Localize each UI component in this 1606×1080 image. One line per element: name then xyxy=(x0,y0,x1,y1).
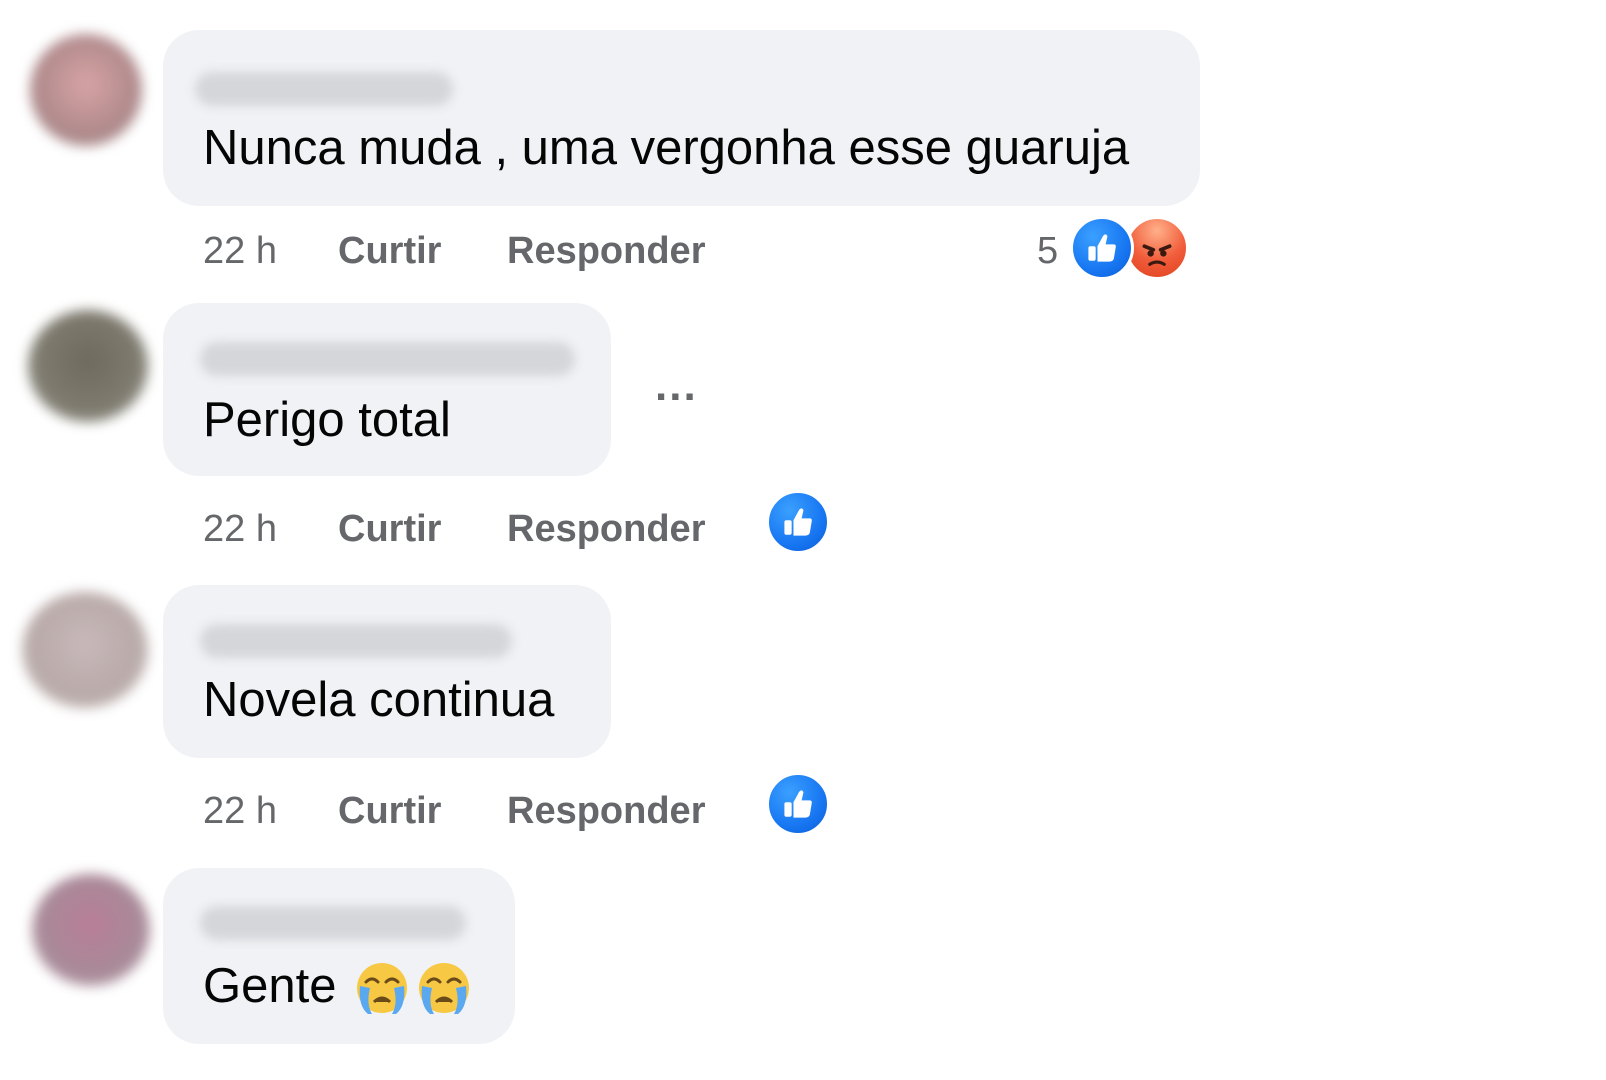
comment-bubble xyxy=(163,303,611,476)
reaction-count[interactable]: 5 xyxy=(1037,230,1058,273)
reply-button[interactable]: Responder xyxy=(507,230,705,273)
like-button[interactable]: Curtir xyxy=(338,508,441,551)
avatar[interactable] xyxy=(32,874,150,986)
comment-bubble xyxy=(163,30,1200,206)
comment-text: Nunca muda , uma vergonha esse guaruja xyxy=(203,121,1130,175)
avatar[interactable] xyxy=(22,592,148,708)
comment-timestamp[interactable]: 22 h xyxy=(203,508,277,551)
reply-button[interactable]: Responder xyxy=(507,508,705,551)
author-name-redacted[interactable] xyxy=(200,624,512,658)
comment-timestamp[interactable]: 22 h xyxy=(203,230,277,273)
like-icon[interactable] xyxy=(1070,216,1134,280)
author-name-redacted[interactable] xyxy=(195,72,453,106)
comment-text: Novela continua xyxy=(203,673,555,727)
like-icon[interactable] xyxy=(766,772,830,836)
like-button[interactable]: Curtir xyxy=(338,230,441,273)
like-button[interactable]: Curtir xyxy=(338,790,441,833)
avatar[interactable] xyxy=(28,310,148,422)
avatar[interactable] xyxy=(30,34,142,146)
comment-text: Gente xyxy=(203,959,337,1013)
comment-timestamp[interactable]: 22 h xyxy=(203,790,277,833)
like-icon[interactable] xyxy=(766,490,830,554)
comment-text: Perigo total xyxy=(203,393,451,447)
angry-icon[interactable] xyxy=(1125,216,1189,280)
reply-button[interactable]: Responder xyxy=(507,790,705,833)
author-name-redacted[interactable] xyxy=(200,906,466,940)
comment-bubble xyxy=(163,585,611,758)
author-name-redacted[interactable] xyxy=(200,342,575,376)
crying-face-emoji xyxy=(357,963,407,1014)
crying-face-emoji xyxy=(419,963,469,1014)
more-options-button[interactable]: ... xyxy=(655,364,698,408)
